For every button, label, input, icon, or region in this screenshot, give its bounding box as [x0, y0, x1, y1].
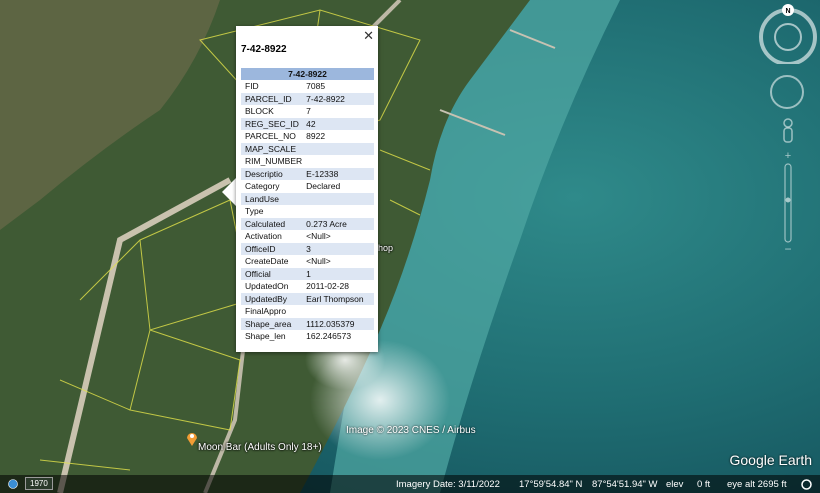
attribute-key: PARCEL_ID [241, 92, 303, 105]
person-icon[interactable] [780, 118, 796, 144]
attribute-row: Calculated 0.273 Acre [241, 217, 374, 230]
look-joystick[interactable] [768, 73, 806, 111]
attribute-key: Category [245, 181, 280, 192]
attribute-key: BLOCK [245, 106, 274, 117]
attribute-value: <Null> [306, 256, 331, 267]
attribute-key: UpdatedOn [245, 281, 289, 292]
attribute-key: PARCEL_NO [245, 131, 296, 142]
elevation-value: 0 ft [697, 479, 711, 490]
attribute-key: Official [241, 267, 303, 280]
satellite-map[interactable] [0, 0, 820, 493]
attribute-row: FID 7085 [241, 80, 374, 93]
attribute-key: REG_SEC_ID [241, 117, 303, 130]
imagery-date: Imagery Date: 3/11/2022 [396, 479, 500, 490]
globe-icon [8, 479, 18, 489]
attribute-key: Shape_len [245, 331, 286, 342]
attribute-key: Shape_area [241, 317, 303, 330]
attribute-value: 1112.035379 [302, 317, 374, 330]
attribute-key: MAP_SCALE [241, 142, 303, 155]
attribute-key: CreateDate [245, 256, 289, 267]
attribute-key: Activation [245, 231, 282, 242]
attribute-row: Category Declared [241, 180, 374, 193]
status-bar: 1970 Imagery Date: 3/11/2022 17°59'54.84… [0, 475, 820, 493]
attribute-value: 2011-02-28 [306, 281, 350, 292]
attribute-row: UpdatedBy Earl Thompson [241, 292, 374, 305]
attribute-key: Calculated [241, 217, 303, 230]
attribute-key: OfficeID [241, 242, 303, 255]
attribute-row: MAP_SCALE [241, 142, 374, 155]
latitude: 17°59'54.84" N [519, 479, 583, 490]
attribute-value: 0.273 Acre [302, 217, 374, 230]
attribute-row: PARCEL_NO 8922 [241, 130, 374, 143]
attribute-key: FinalAppro [245, 306, 287, 317]
attribute-value: 7085 [306, 81, 326, 92]
attribute-row: Shape_len 162.246573 [241, 330, 374, 343]
shop-label: hop [378, 243, 394, 253]
google-earth-logo: Google Earth [729, 452, 813, 468]
attribute-value: 8922 [306, 131, 326, 142]
parcel-info-popup: ✕ 7-42-8922 7-42-8922 FID 7085 PARCEL_ID 7-… [236, 26, 378, 352]
close-icon[interactable]: ✕ [363, 28, 374, 44]
attribute-value [302, 305, 374, 318]
image-credit: Image © 2023 CNES / Airbus [346, 425, 476, 436]
attribute-value: Declared [306, 181, 341, 192]
zoom-slider[interactable]: + − [780, 150, 796, 255]
attribute-row: BLOCK 7 [241, 105, 374, 118]
historical-imagery-badge[interactable]: 1970 [25, 477, 53, 490]
longitude: 87°54'51.94" W [592, 479, 658, 490]
attribute-key: Type [245, 206, 264, 217]
attribute-value [302, 192, 374, 205]
poi-label[interactable]: Moon Bar (Adults Only 18+) [198, 442, 322, 453]
attribute-key: FID [245, 81, 259, 92]
attribute-value: 7 [306, 106, 311, 117]
svg-text:+: + [785, 150, 791, 162]
attribute-value: <Null> [306, 231, 331, 242]
attribute-value: E-12338 [302, 167, 374, 180]
attribute-row: Shape_area 1112.035379 [241, 317, 374, 330]
attribute-value [302, 155, 374, 168]
attribute-row: Type [241, 205, 374, 218]
attribute-value: 7-42-8922 [302, 92, 374, 105]
attribute-key: UpdatedBy [241, 292, 303, 305]
attribute-row: FinalAppro [241, 305, 374, 318]
attribute-key: LandUse [241, 192, 303, 205]
attribute-row: PARCEL_ID 7-42-8922 [241, 92, 374, 105]
attribute-row: UpdatedOn 2011-02-28 [241, 280, 374, 293]
attribute-value: 42 [302, 117, 374, 130]
svg-text:−: − [784, 242, 791, 255]
attribute-value: 3 [302, 242, 374, 255]
attribute-row: CreateDate <Null> [241, 255, 374, 268]
attribute-row: Descriptio E-12338 [241, 167, 374, 180]
attribute-row: Official 1 [241, 267, 374, 280]
compass-north: N [785, 8, 790, 15]
attribute-row: OfficeID 3 [241, 242, 374, 255]
attribute-row: LandUse [241, 192, 374, 205]
attribute-table-header: 7-42-8922 [241, 68, 374, 80]
attribute-table: 7-42-8922 FID 7085 PARCEL_ID 7-42-8922 BLOCK… [241, 68, 374, 343]
attribute-value [302, 142, 374, 155]
attribute-value [302, 205, 374, 218]
popup-pointer [222, 178, 236, 206]
attribute-value: 1 [302, 267, 374, 280]
attribute-key: RIM_NUMBER [245, 156, 303, 167]
popup-title: 7-42-8922 [241, 44, 287, 55]
attribute-row: RIM_NUMBER [241, 155, 374, 168]
attribute-key: Descriptio [241, 167, 303, 180]
compass-ring[interactable]: N [758, 4, 818, 64]
attribute-row: REG_SEC_ID 42 [241, 117, 374, 130]
attribute-value: Earl Thompson [302, 292, 374, 305]
attribute-value: 162.246573 [306, 331, 352, 342]
attribute-row: Activation <Null> [241, 230, 374, 243]
eye-altitude: eye alt 2695 ft [727, 479, 787, 490]
elevation-label: elev [666, 479, 684, 490]
poi-marker-icon[interactable] [186, 431, 198, 447]
streaming-indicator-icon [801, 479, 812, 490]
